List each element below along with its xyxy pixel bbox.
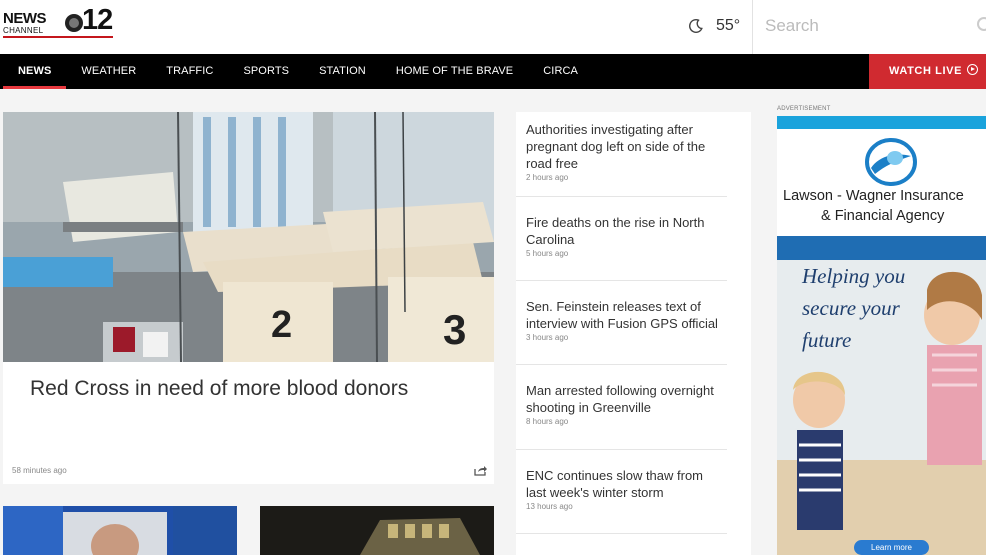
svg-text:3: 3 [443, 306, 466, 353]
main-nav: NEWS WEATHER TRAFFIC SPORTS STATION HOME… [0, 54, 986, 89]
headline-timestamp: 3 hours ago [526, 333, 569, 342]
search-input[interactable] [765, 13, 965, 39]
story-thumbnail-night-scene[interactable] [260, 506, 494, 555]
headline-item[interactable]: Sen. Feinstein releases text of intervie… [526, 298, 726, 342]
hero-story-card[interactable]: 2 3 Red Cross in need of more blood dono… [3, 112, 494, 484]
hero-caption[interactable]: Red Cross in need of more blood donors [13, 363, 485, 421]
headline-title[interactable]: ENC continues slow thaw from last week's… [526, 467, 726, 501]
ad-tagline-line: secure your [802, 296, 900, 320]
logo-word-channel: CHANNEL [3, 26, 44, 35]
divider [516, 533, 727, 534]
advertisement-label: ADVERTISEMENT [777, 106, 831, 112]
search-icon[interactable] [977, 17, 986, 31]
nav-item-weather[interactable]: WEATHER [66, 54, 151, 89]
headline-title[interactable]: Authorities investigating after pregnant… [526, 121, 726, 172]
temperature: 55° [716, 17, 741, 34]
play-icon [967, 64, 979, 75]
headline-timestamp: 8 hours ago [526, 417, 569, 426]
logo-underline [3, 36, 113, 38]
divider [516, 364, 727, 365]
ad-top-bar [777, 116, 986, 129]
nav-item-station[interactable]: STATION [304, 54, 381, 89]
ad-brand-name: Lawson - Wagner Insurance [783, 188, 964, 204]
search-box [752, 0, 986, 54]
nav-item-home-of-the-brave[interactable]: HOME OF THE BRAVE [381, 54, 528, 89]
headline-title[interactable]: Sen. Feinstein releases text of intervie… [526, 298, 726, 332]
site-header: NEWS CHANNEL 12 55° [0, 0, 986, 54]
headline-timestamp: 5 hours ago [526, 249, 569, 258]
headline-title[interactable]: Fire deaths on the rise in North Carolin… [526, 214, 726, 248]
headline-title[interactable]: Man arrested following overnight shootin… [526, 382, 726, 416]
watch-live-button[interactable]: WATCH LIVE [869, 54, 986, 89]
weather-widget[interactable]: 55° [688, 14, 740, 38]
nav-item-traffic[interactable]: TRAFFIC [151, 54, 228, 89]
headline-item[interactable]: Man arrested following overnight shootin… [526, 382, 726, 426]
hero-timestamp: 58 minutes ago [12, 466, 67, 475]
divider [516, 449, 727, 450]
ad-tagline-line: Helping you [802, 264, 906, 288]
headline-item[interactable]: Authorities investigating after pregnant… [526, 121, 726, 182]
svg-text:2: 2 [271, 304, 292, 346]
moon-icon [689, 19, 703, 33]
headlines-list: Authorities investigating after pregnant… [516, 112, 751, 555]
share-icon[interactable] [474, 465, 487, 476]
news-channel-12-logo[interactable]: NEWS CHANNEL 12 [3, 4, 119, 39]
story-thumbnail-person[interactable] [3, 506, 237, 555]
headline-item[interactable]: Fire deaths on the rise in North Carolin… [526, 214, 726, 258]
watch-live-label: WATCH LIVE [889, 65, 963, 77]
ad-tagline: Helping you secure your future [802, 260, 905, 356]
logo-globe-icon [65, 14, 83, 32]
headline-timestamp: 13 hours ago [526, 502, 573, 511]
divider [516, 196, 727, 197]
headline-item[interactable]: ENC continues slow thaw from last week's… [526, 467, 726, 511]
nav-item-circa[interactable]: CIRCA [528, 54, 593, 89]
logo-number: 12 [82, 4, 113, 36]
nav-item-sports[interactable]: SPORTS [228, 54, 304, 89]
ad-tagline-line: future [802, 328, 852, 352]
divider [516, 280, 727, 281]
nav-item-news[interactable]: NEWS [3, 54, 67, 89]
blood-donation-room-image: 2 3 [3, 112, 494, 362]
learn-more-button[interactable]: Learn more [854, 540, 929, 555]
hero-title[interactable]: Red Cross in need of more blood donors [30, 377, 408, 401]
headline-timestamp: 2 hours ago [526, 173, 569, 182]
advertisement-banner[interactable]: Lawson - Wagner Insurance & Financial Ag… [777, 116, 986, 555]
insurance-logo-icon [865, 138, 917, 186]
ad-blue-bar [777, 236, 986, 260]
ad-brand-subtitle: & Financial Agency [821, 208, 945, 224]
logo-word-news: NEWS [3, 10, 47, 27]
